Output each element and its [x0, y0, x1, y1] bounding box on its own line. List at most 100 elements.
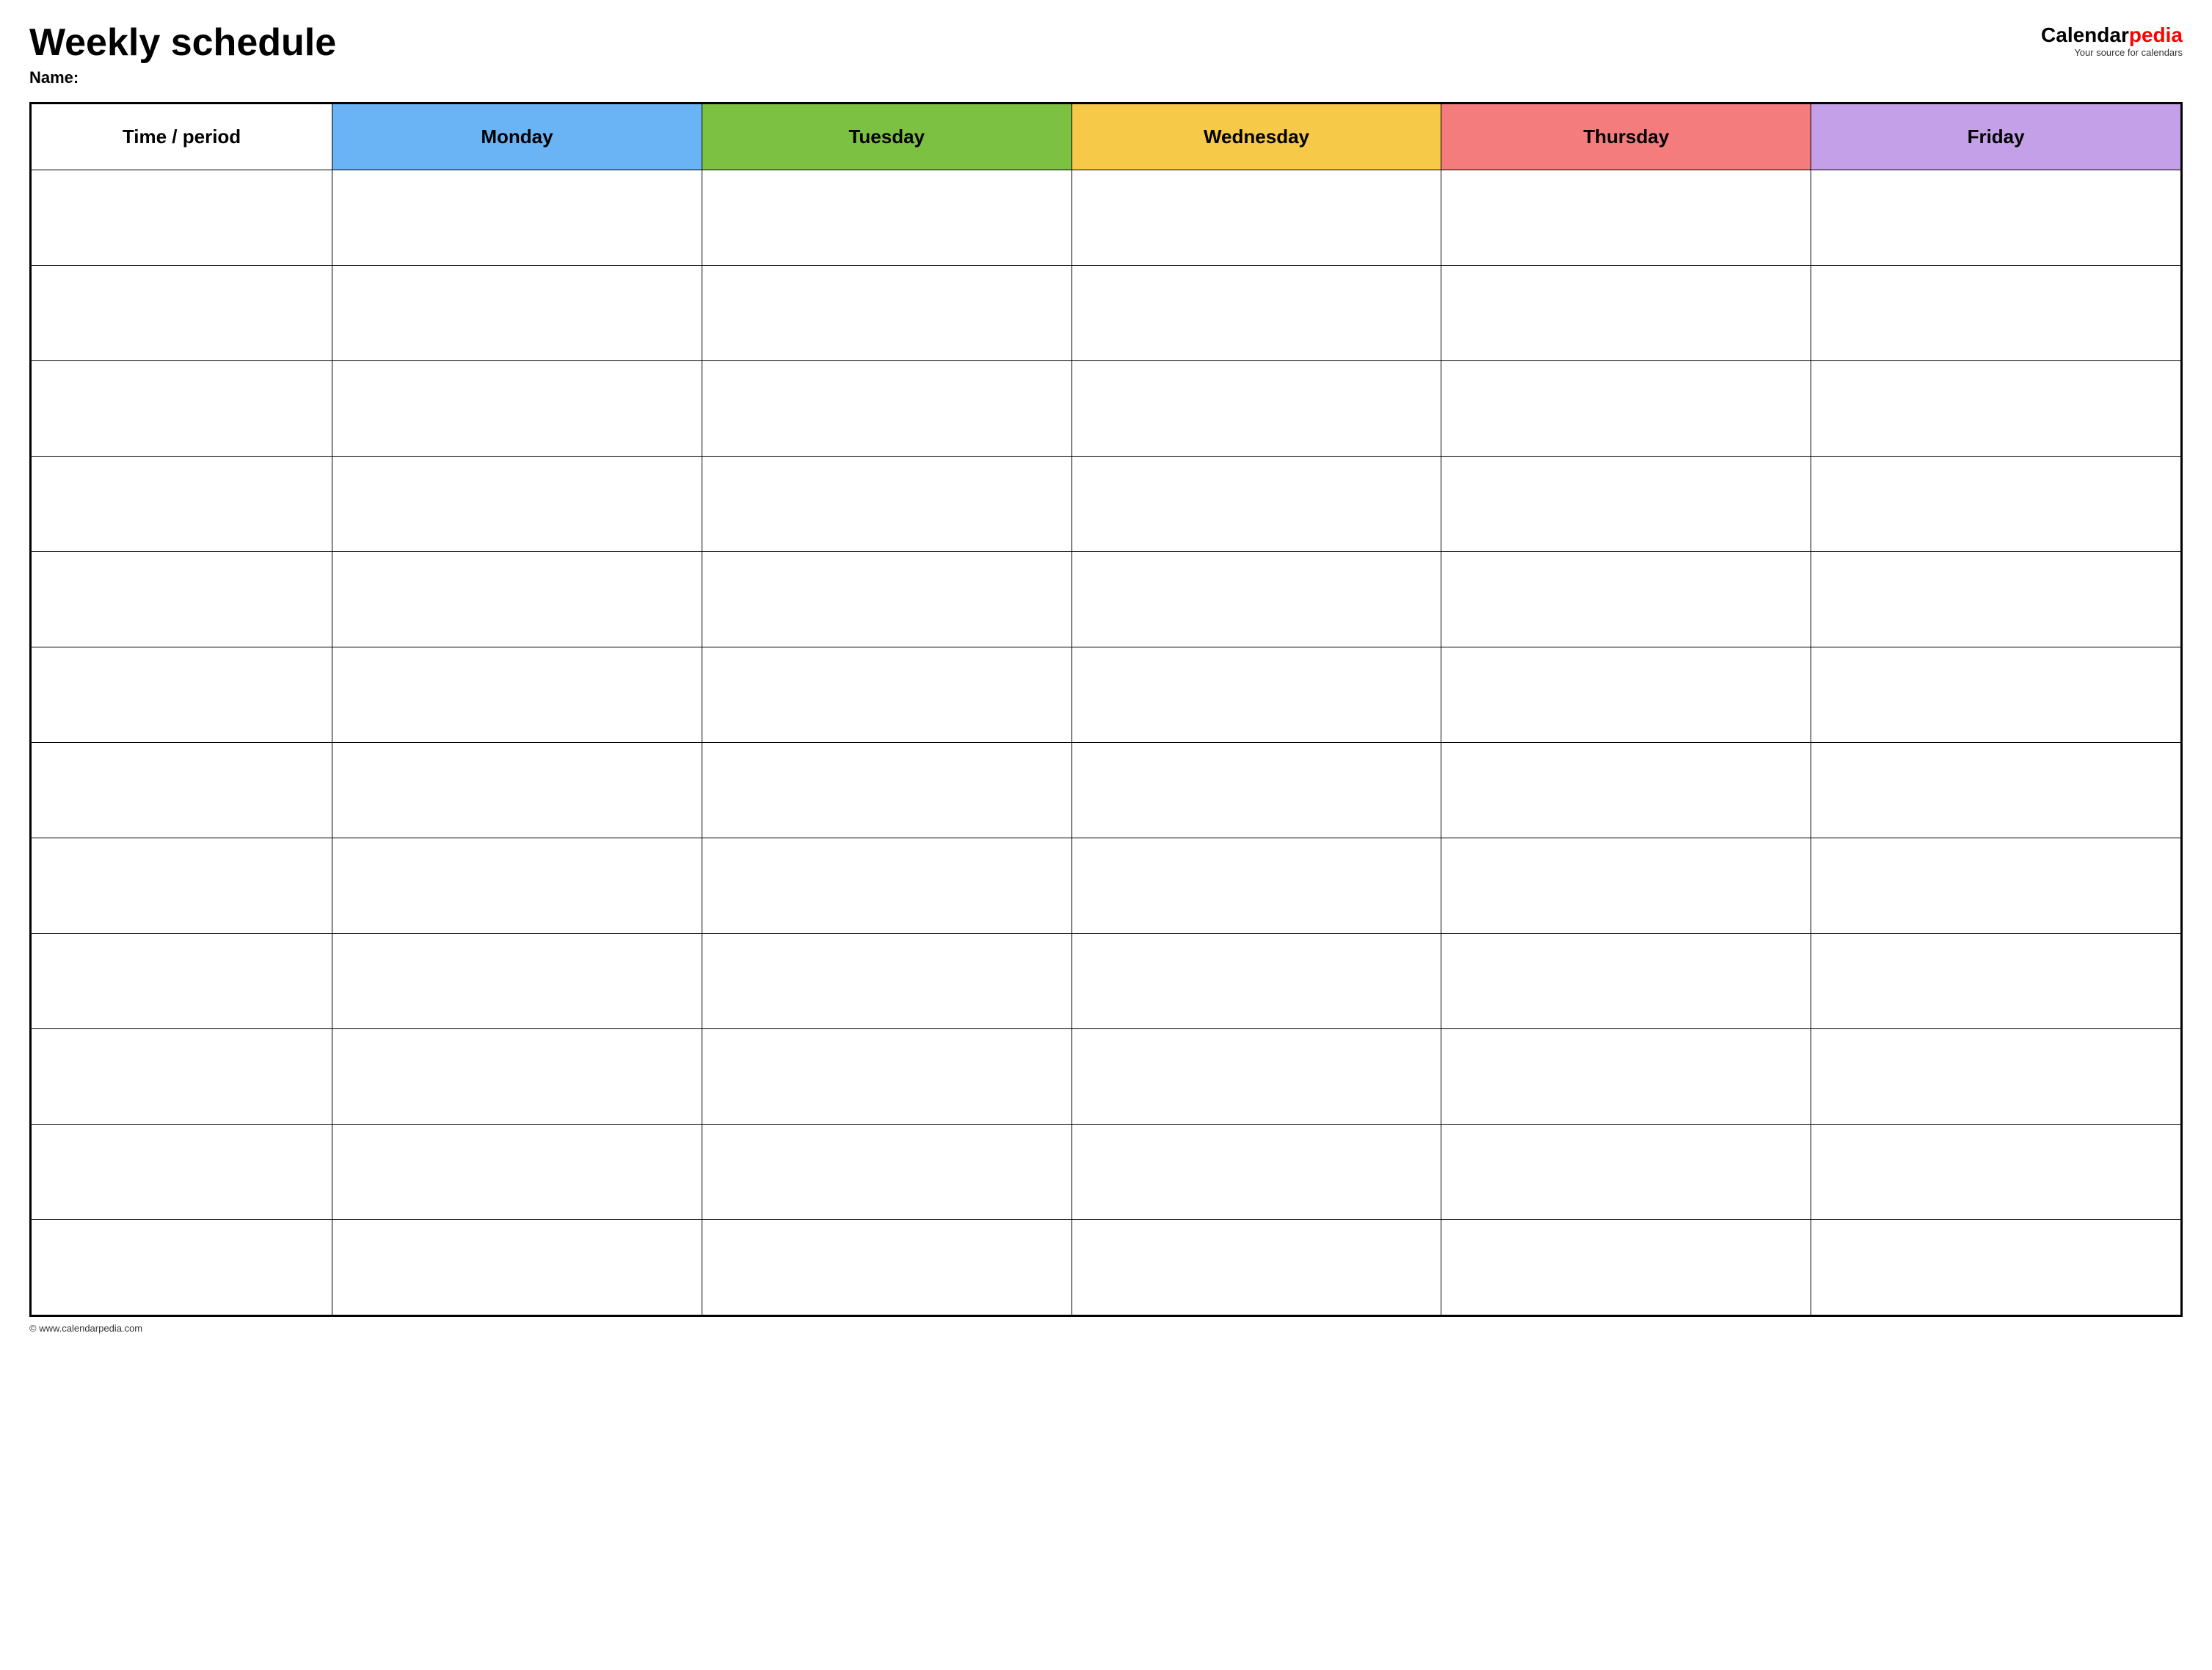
table-row[interactable] [32, 1029, 2181, 1125]
table-row[interactable] [32, 838, 2181, 934]
table-cell[interactable] [32, 266, 332, 361]
copyright-text: © www.calendarpedia.com [29, 1323, 142, 1334]
table-cell[interactable] [332, 457, 702, 552]
table-cell[interactable] [1811, 838, 2181, 934]
table-cell[interactable] [32, 838, 332, 934]
table-row[interactable] [32, 647, 2181, 743]
table-cell[interactable] [1811, 170, 2181, 266]
table-cell[interactable] [332, 361, 702, 457]
table-cell[interactable] [1072, 1029, 1441, 1125]
table-cell[interactable] [1441, 1029, 1811, 1125]
col-header-monday: Monday [332, 104, 702, 170]
table-cell[interactable] [702, 552, 1072, 647]
table-cell[interactable] [1811, 647, 2181, 743]
table-cell[interactable] [332, 934, 702, 1029]
table-row[interactable] [32, 266, 2181, 361]
table-cell[interactable] [32, 457, 332, 552]
schedule-table-wrapper: Time / period Monday Tuesday Wednesday T… [29, 102, 2183, 1317]
table-row[interactable] [32, 1220, 2181, 1315]
table-cell[interactable] [32, 1029, 332, 1125]
table-cell[interactable] [332, 1125, 702, 1220]
table-cell[interactable] [332, 743, 702, 838]
table-cell[interactable] [1441, 1125, 1811, 1220]
table-cell[interactable] [32, 170, 332, 266]
table-cell[interactable] [1811, 934, 2181, 1029]
logo-tagline: Your source for calendars [2074, 47, 2183, 58]
table-cell[interactable] [332, 552, 702, 647]
footer: © www.calendarpedia.com [29, 1323, 2183, 1334]
table-cell[interactable] [332, 647, 702, 743]
table-cell[interactable] [702, 743, 1072, 838]
table-cell[interactable] [1441, 934, 1811, 1029]
table-cell[interactable] [332, 1220, 702, 1315]
col-header-tuesday: Tuesday [702, 104, 1072, 170]
col-header-thursday: Thursday [1441, 104, 1811, 170]
table-cell[interactable] [1441, 170, 1811, 266]
table-cell[interactable] [32, 552, 332, 647]
table-cell[interactable] [1072, 1220, 1441, 1315]
header: Weekly schedule Name: Calendarpedia Your… [29, 22, 2183, 87]
table-cell[interactable] [1441, 647, 1811, 743]
table-row[interactable] [32, 552, 2181, 647]
table-row[interactable] [32, 361, 2181, 457]
main-title: Weekly schedule [29, 22, 336, 64]
table-row[interactable] [32, 457, 2181, 552]
table-cell[interactable] [32, 1220, 332, 1315]
table-cell[interactable] [1811, 361, 2181, 457]
table-cell[interactable] [1072, 838, 1441, 934]
table-row[interactable] [32, 934, 2181, 1029]
table-cell[interactable] [1072, 361, 1441, 457]
table-cell[interactable] [332, 266, 702, 361]
col-header-wednesday: Wednesday [1072, 104, 1441, 170]
table-cell[interactable] [1441, 361, 1811, 457]
header-row: Time / period Monday Tuesday Wednesday T… [32, 104, 2181, 170]
table-cell[interactable] [1441, 552, 1811, 647]
table-row[interactable] [32, 170, 2181, 266]
name-label: Name: [29, 68, 336, 87]
table-cell[interactable] [1441, 266, 1811, 361]
table-cell[interactable] [1072, 552, 1441, 647]
table-cell[interactable] [1441, 457, 1811, 552]
table-cell[interactable] [1811, 1029, 2181, 1125]
table-cell[interactable] [1811, 1125, 2181, 1220]
table-cell[interactable] [1441, 743, 1811, 838]
table-cell[interactable] [702, 1125, 1072, 1220]
table-cell[interactable] [702, 1029, 1072, 1125]
table-cell[interactable] [702, 647, 1072, 743]
table-cell[interactable] [32, 743, 332, 838]
table-cell[interactable] [1072, 457, 1441, 552]
table-cell[interactable] [702, 266, 1072, 361]
table-cell[interactable] [702, 1220, 1072, 1315]
table-cell[interactable] [702, 170, 1072, 266]
table-cell[interactable] [1441, 838, 1811, 934]
table-cell[interactable] [32, 1125, 332, 1220]
table-cell[interactable] [1072, 1125, 1441, 1220]
table-cell[interactable] [1811, 552, 2181, 647]
table-cell[interactable] [32, 361, 332, 457]
table-cell[interactable] [1811, 743, 2181, 838]
logo-calendar: Calendar [2041, 23, 2129, 46]
table-cell[interactable] [32, 647, 332, 743]
table-cell[interactable] [1811, 1220, 2181, 1315]
table-cell[interactable] [1811, 457, 2181, 552]
table-cell[interactable] [332, 1029, 702, 1125]
table-cell[interactable] [702, 838, 1072, 934]
table-cell[interactable] [1072, 934, 1441, 1029]
logo-section: Calendarpedia Your source for calendars [2041, 25, 2183, 58]
table-cell[interactable] [32, 934, 332, 1029]
table-cell[interactable] [702, 361, 1072, 457]
page-container: Weekly schedule Name: Calendarpedia Your… [29, 22, 2183, 1334]
table-cell[interactable] [1441, 1220, 1811, 1315]
table-cell[interactable] [1072, 743, 1441, 838]
table-row[interactable] [32, 743, 2181, 838]
table-cell[interactable] [332, 170, 702, 266]
table-cell[interactable] [1072, 647, 1441, 743]
table-cell[interactable] [1072, 170, 1441, 266]
schedule-body [32, 170, 2181, 1315]
table-cell[interactable] [1811, 266, 2181, 361]
table-row[interactable] [32, 1125, 2181, 1220]
table-cell[interactable] [702, 934, 1072, 1029]
table-cell[interactable] [702, 457, 1072, 552]
table-cell[interactable] [1072, 266, 1441, 361]
table-cell[interactable] [332, 838, 702, 934]
